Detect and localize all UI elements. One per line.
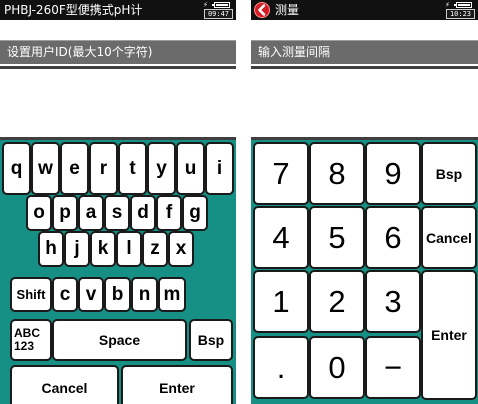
key-4[interactable]: 4: [253, 206, 309, 269]
minus-key[interactable]: −: [365, 336, 421, 399]
screen-title: 测量: [275, 3, 300, 17]
key-1[interactable]: 1: [253, 270, 309, 333]
abc-123-key[interactable]: ABC 123: [10, 319, 52, 361]
key-5[interactable]: 5: [309, 206, 365, 269]
key-u[interactable]: u: [176, 142, 205, 195]
numeric-keypad: 7 8 9 Bsp 4 5 6 Cancel 1 2 3 Enter . 0 −: [251, 140, 478, 404]
interval-input[interactable]: [251, 66, 478, 140]
key-g[interactable]: g: [182, 195, 208, 231]
cancel-button[interactable]: Cancel: [421, 206, 477, 269]
key-b[interactable]: b: [104, 277, 131, 312]
text-keyboard: q w e r t y u i o p a s d f g h j k l z …: [0, 140, 236, 404]
key-6[interactable]: 6: [365, 206, 421, 269]
input-prompt: 输入测量间隔: [251, 40, 478, 64]
decimal-point-key[interactable]: .: [253, 336, 309, 399]
back-icon[interactable]: [254, 2, 270, 18]
key-0[interactable]: 0: [309, 336, 365, 399]
key-a[interactable]: a: [78, 195, 104, 231]
key-d[interactable]: d: [130, 195, 156, 231]
key-i[interactable]: i: [205, 142, 234, 195]
key-7[interactable]: 7: [253, 142, 309, 205]
app-title: PHBJ-260F型便携式pH计: [4, 3, 143, 17]
key-e[interactable]: e: [60, 142, 89, 195]
123-label: 123: [14, 339, 35, 353]
key-x[interactable]: x: [168, 231, 194, 267]
key-s[interactable]: s: [104, 195, 130, 231]
enter-button[interactable]: Enter: [121, 365, 233, 404]
clock: 09:47: [204, 9, 233, 19]
space-key[interactable]: Space: [52, 319, 187, 361]
title-bar: 测量 ⚡ 10:23: [251, 0, 478, 20]
key-w[interactable]: w: [31, 142, 60, 195]
key-n[interactable]: n: [131, 277, 158, 312]
key-9[interactable]: 9: [365, 142, 421, 205]
battery-icon: [454, 2, 472, 8]
status-area: ⚡ 10:23: [445, 1, 475, 19]
key-8[interactable]: 8: [309, 142, 365, 205]
key-k[interactable]: k: [90, 231, 116, 267]
key-r[interactable]: r: [89, 142, 118, 195]
key-j[interactable]: j: [64, 231, 90, 267]
key-v[interactable]: v: [78, 277, 104, 312]
charging-icon: ⚡: [445, 1, 450, 9]
key-l[interactable]: l: [116, 231, 142, 267]
key-o[interactable]: o: [26, 195, 52, 231]
key-t[interactable]: t: [118, 142, 147, 195]
key-3[interactable]: 3: [365, 270, 421, 333]
key-f[interactable]: f: [156, 195, 182, 231]
key-z[interactable]: z: [142, 231, 168, 267]
clock: 10:23: [446, 9, 475, 19]
key-y[interactable]: y: [147, 142, 176, 195]
shift-key[interactable]: Shift: [10, 277, 52, 312]
cancel-button[interactable]: Cancel: [10, 365, 119, 404]
key-p[interactable]: p: [52, 195, 78, 231]
key-2[interactable]: 2: [309, 270, 365, 333]
battery-icon: [212, 2, 230, 8]
key-m[interactable]: m: [158, 277, 186, 312]
backspace-key[interactable]: Bsp: [189, 319, 233, 361]
key-c[interactable]: c: [52, 277, 78, 312]
charging-icon: ⚡: [203, 1, 208, 9]
backspace-key[interactable]: Bsp: [421, 142, 477, 205]
title-bar: PHBJ-260F型便携式pH计 ⚡ 09:47: [0, 0, 236, 20]
key-h[interactable]: h: [38, 231, 64, 267]
enter-button[interactable]: Enter: [421, 270, 477, 400]
input-prompt: 设置用户ID(最大10个字符): [0, 40, 236, 64]
text-input-screen: PHBJ-260F型便携式pH计 ⚡ 09:47 设置用户ID(最大10个字符)…: [0, 0, 236, 404]
key-q[interactable]: q: [2, 142, 31, 195]
user-id-input[interactable]: [0, 66, 236, 140]
numeric-input-screen: 测量 ⚡ 10:23 输入测量间隔 7 8 9 Bsp 4 5 6 Cancel…: [251, 0, 478, 404]
status-area: ⚡ 09:47: [203, 1, 233, 19]
